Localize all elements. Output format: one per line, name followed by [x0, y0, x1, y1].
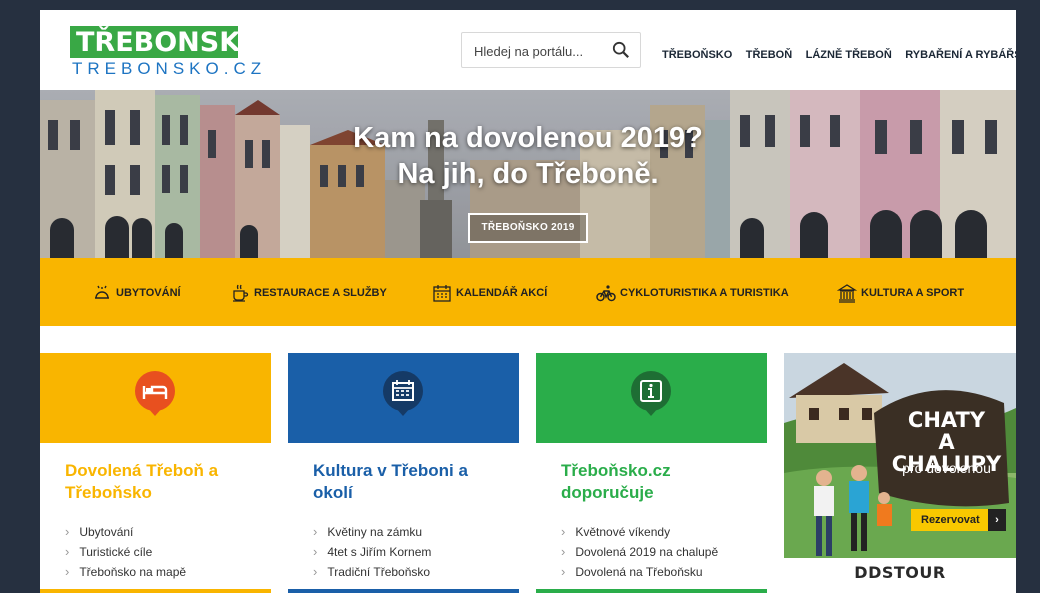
card-kultura[interactable]: Kultura v Třeboni a okolí Květiny na zám… — [288, 353, 519, 593]
card-title[interactable]: Třeboňsko.cz doporučuje — [561, 460, 751, 504]
ad-line1: CHATY — [907, 408, 986, 432]
hero-banner: Kam na dovolenou 2019? Na jih, do Třebon… — [40, 90, 1016, 258]
category-restaurace[interactable]: RESTAURACE A SLUŽBY — [230, 283, 387, 303]
nav-rybareni[interactable]: RYBAŘENÍ A RYBÁŘSTVÍ — [905, 49, 1016, 61]
search-box — [461, 32, 641, 68]
card-link[interactable]: Květiny na zámku — [313, 522, 431, 542]
card-header — [288, 353, 519, 443]
category-label: CYKLOTURISTIKA A TURISTIKA — [620, 287, 789, 299]
card-link[interactable]: Tradiční Třeboňsko — [313, 562, 431, 582]
hero-title-line1: Kam na dovolenou 2019? — [353, 122, 703, 154]
museum-icon — [837, 284, 857, 303]
ad-brand: DDSTOUR — [854, 563, 946, 582]
page: TŘEBONSKO TREBONSKO.CZ TŘEBOŇSKO TŘEBOŇ … — [40, 10, 1016, 593]
logo[interactable]: TŘEBONSKO TREBONSKO.CZ — [70, 26, 262, 78]
category-label: RESTAURACE A SLUŽBY — [254, 287, 387, 299]
card-header — [40, 353, 271, 443]
ad-reserve-label: Rezervovat — [921, 514, 980, 526]
category-label: KALENDÁŘ AKCÍ — [456, 287, 548, 299]
card-link[interactable]: Ubytování — [65, 522, 186, 542]
nav-trebon[interactable]: TŘEBOŇ — [746, 49, 792, 61]
info-icon — [630, 371, 671, 416]
category-kalendar[interactable]: KALENDÁŘ AKCÍ — [432, 283, 547, 303]
header: TŘEBONSKO TREBONSKO.CZ TŘEBOŇSKO TŘEBOŇ … — [40, 10, 1016, 90]
ad-reserve-button[interactable]: Rezervovat › — [911, 509, 1006, 531]
calendar-icon — [433, 285, 451, 302]
card-bottom-bar — [536, 589, 767, 593]
card-title[interactable]: Dovolená Třeboň a Třeboňsko — [65, 460, 255, 504]
card-link[interactable]: Dovolená 2019 na chalupě — [561, 542, 718, 562]
card-bottom-bar — [288, 589, 519, 593]
card-link[interactable]: Dovolená na Třeboňsku — [561, 562, 718, 582]
nav-lazne-trebon[interactable]: LÁZNĚ TŘEBOŇ — [806, 49, 892, 61]
nav-trebonsko[interactable]: TŘEBOŇSKO — [662, 49, 732, 61]
category-label: KULTURA A SPORT — [861, 287, 965, 299]
hero-cta-button[interactable]: TŘEBOŇSKO 2019 — [468, 213, 588, 243]
category-kultura[interactable]: KULTURA A SPORT — [837, 283, 964, 303]
bicycle-icon — [596, 285, 616, 302]
card-link[interactable]: Květnové víkendy — [561, 522, 718, 542]
card-link[interactable]: Třeboňsko na mapě — [65, 562, 186, 582]
cup-icon — [233, 284, 249, 302]
logo-main-text: TŘEBONSKO — [76, 27, 262, 58]
bell-icon — [95, 285, 109, 299]
ad-banner[interactable]: CHATY A CHALUPY pro dovolenou Rezervovat… — [784, 353, 1016, 593]
category-label: UBYTOVÁNÍ — [116, 287, 181, 299]
card-title[interactable]: Kultura v Třeboni a okolí — [313, 460, 503, 504]
card-link[interactable]: 4tet s Jiřím Kornem — [313, 542, 431, 562]
ad-line3: pro dovolenou — [902, 460, 991, 476]
main-nav: TŘEBOŇSKO TŘEBOŇ LÁZNĚ TŘEBOŇ RYBAŘENÍ A… — [662, 45, 1016, 63]
card-links: Ubytování Turistické cíle Třeboňsko na m… — [65, 522, 186, 582]
search-input[interactable] — [474, 41, 609, 61]
hero-title-line2: Na jih, do Třeboně. — [397, 158, 659, 190]
bed-icon — [134, 371, 176, 416]
category-cykloturistika[interactable]: CYKLOTURISTIKA A TURISTIKA — [596, 283, 789, 303]
card-link[interactable]: Turistické cíle — [65, 542, 186, 562]
category-ubytovani[interactable]: UBYTOVÁNÍ — [92, 283, 181, 303]
card-links: Květnové víkendy Dovolená 2019 na chalup… — [561, 522, 718, 582]
calendar-icon — [382, 371, 424, 416]
logo-sub-text: TREBONSKO.CZ — [72, 59, 267, 78]
card-bottom-bar — [40, 589, 271, 593]
card-doporucuje[interactable]: Třeboňsko.cz doporučuje Květnové víkendy… — [536, 353, 767, 593]
card-dovolena[interactable]: Dovolená Třeboň a Třeboňsko Ubytování Tu… — [40, 353, 271, 593]
search-icon[interactable] — [612, 41, 630, 59]
chevron-right-icon: › — [988, 509, 1006, 531]
category-bar: UBYTOVÁNÍ RESTAURACE A SLUŽBY KALENDÁŘ A… — [40, 258, 1016, 326]
hero-title: Kam na dovolenou 2019? Na jih, do Třebon… — [40, 120, 1016, 192]
card-header — [536, 353, 767, 443]
card-links: Květiny na zámku 4tet s Jiřím Kornem Tra… — [313, 522, 431, 582]
logo-badge: TŘEBONSKO — [70, 26, 262, 58]
